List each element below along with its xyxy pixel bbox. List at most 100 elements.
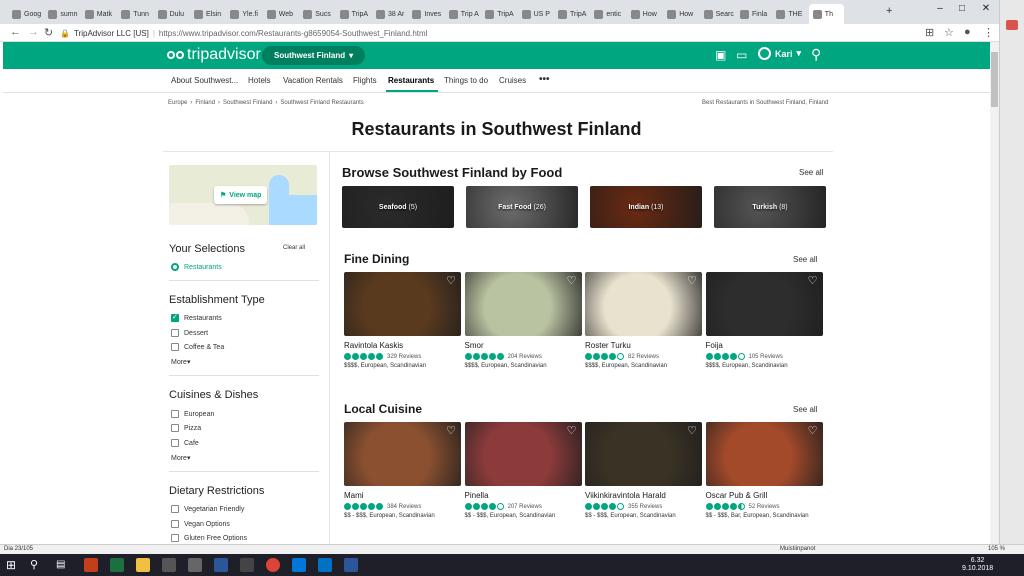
cuisines-more-link[interactable]: More▾ <box>171 454 190 462</box>
subnav-hotels[interactable]: Hotels <box>248 76 271 85</box>
new-tab-button[interactable]: + <box>886 5 892 17</box>
system-clock[interactable]: 6.32 9.10.2018 <box>962 557 993 573</box>
browser-tab[interactable]: How <box>663 4 698 24</box>
restaurant-card[interactable]: ♡ Smor 204 Reviews $$$$, European, Scandina… <box>464 272 583 369</box>
review-count[interactable]: 82 Reviews <box>628 354 659 360</box>
subnav-flights[interactable]: Flights <box>353 76 377 85</box>
checkbox-checked[interactable] <box>171 313 179 322</box>
breadcrumb-finland[interactable]: Finland <box>195 100 215 106</box>
browser-tab[interactable]: Sucs <box>299 4 334 24</box>
close-window-button[interactable]: ✕ <box>976 3 996 14</box>
restaurant-card[interactable]: ♡ Roster Turku 82 Reviews $$$$, European, S… <box>585 272 703 369</box>
restaurant-name[interactable]: Roster Turku <box>585 341 703 350</box>
restaurant-photo[interactable]: ♡ <box>344 422 461 486</box>
review-count[interactable]: 329 Reviews <box>387 354 421 360</box>
subnav-about[interactable]: About Southwest... <box>171 76 238 85</box>
menu-dots-icon[interactable]: ⋮ <box>983 26 994 39</box>
browser-tab[interactable]: 38 Ar <box>372 4 407 24</box>
restaurant-name[interactable]: Oscar Pub & Grill <box>706 491 824 500</box>
browser-tab[interactable]: US P <box>518 4 553 24</box>
word-icon[interactable] <box>214 558 228 572</box>
store-icon[interactable] <box>162 558 176 572</box>
browser-tab[interactable]: Goog <box>8 4 43 24</box>
restaurant-photo[interactable]: ♡ <box>585 422 702 486</box>
trips-icon[interactable]: ▣ <box>715 48 726 62</box>
selection-restaurants[interactable]: Restaurants <box>171 263 222 271</box>
food-tile-turkish[interactable]: Turkish (8) <box>714 186 826 228</box>
restaurant-name[interactable]: Foija <box>706 341 824 350</box>
review-count[interactable]: 207 Reviews <box>508 504 542 510</box>
browser-tab[interactable]: Yle.fi <box>226 4 261 24</box>
food-tile-indian[interactable]: Indian (13) <box>590 186 702 228</box>
filter-dessert[interactable]: Dessert <box>171 329 208 337</box>
excel-icon[interactable] <box>110 558 124 572</box>
filter-vegetarian[interactable]: Vegetarian Friendly <box>171 505 244 513</box>
map-thumbnail[interactable]: ⚑ View map <box>169 165 317 225</box>
view-map-button[interactable]: ⚑ View map <box>214 186 268 204</box>
restaurant-photo[interactable]: ♡ <box>344 272 461 336</box>
bookmark-star-icon[interactable]: ☆ <box>944 26 954 39</box>
word-icon[interactable] <box>344 558 358 572</box>
review-count[interactable]: 105 Reviews <box>749 354 783 360</box>
checkbox[interactable] <box>171 410 179 418</box>
restaurant-card[interactable]: ♡ Oscar Pub & Grill 52 Reviews $$ - $$$, Ba… <box>705 422 824 519</box>
minimize-button[interactable]: – <box>930 3 950 14</box>
browser-tab[interactable]: TripA <box>481 4 516 24</box>
search-icon[interactable]: ⚲ <box>811 46 821 63</box>
restaurant-photo[interactable]: ♡ <box>464 272 582 336</box>
food-tile-fast-food[interactable]: Fast Food (26) <box>466 186 578 228</box>
restaurant-card[interactable]: ♡ Viikinkiravintola Harald 355 Reviews $$ -… <box>585 422 703 519</box>
restaurant-name[interactable]: Pinella <box>465 491 583 500</box>
omnibox[interactable]: 🔒 TripAdvisor LLC [US] | https://www.tri… <box>60 26 920 40</box>
filter-vegan[interactable]: Vegan Options <box>171 520 230 528</box>
restaurant-name[interactable]: Mami <box>344 491 462 500</box>
browser-tab[interactable]: Matk <box>81 4 116 24</box>
subnav-cruises[interactable]: Cruises <box>499 76 526 85</box>
reload-icon[interactable]: ↻ <box>44 26 53 39</box>
restaurant-name[interactable]: Viikinkiravintola Harald <box>585 491 703 500</box>
restaurant-card[interactable]: ♡ Foija 105 Reviews $$$$, European, Scandin… <box>705 272 824 369</box>
review-count[interactable]: 355 Reviews <box>628 504 662 510</box>
checkbox[interactable] <box>171 520 179 528</box>
restaurant-photo[interactable]: ♡ <box>705 422 823 486</box>
browser-tab[interactable]: Th <box>808 4 845 24</box>
forward-icon[interactable]: → <box>28 26 39 38</box>
restaurant-photo[interactable]: ♡ <box>585 272 702 336</box>
scrollbar-thumb[interactable] <box>991 52 998 107</box>
back-icon[interactable]: ← <box>10 26 21 38</box>
geo-selector-button[interactable]: Southwest Finland ▾ <box>262 46 366 65</box>
browser-tab[interactable]: sumn <box>44 4 79 24</box>
filter-european[interactable]: European <box>171 410 214 418</box>
mail-icon[interactable] <box>188 558 202 572</box>
browser-tab[interactable]: Dulu <box>154 4 189 24</box>
restaurant-photo[interactable]: ♡ <box>464 422 582 486</box>
heart-icon[interactable]: ♡ <box>566 275 578 287</box>
browser-tab[interactable]: Finla <box>736 4 771 24</box>
checkbox[interactable] <box>171 439 179 447</box>
fine-dining-see-all-link[interactable]: See all <box>793 255 817 264</box>
filter-gluten-free[interactable]: Gluten Free Options <box>171 534 247 542</box>
task-view-icon[interactable]: ▤ <box>56 558 70 572</box>
restaurant-card[interactable]: ♡ Pinella 207 Reviews $$ - $$$, European, S… <box>464 422 583 519</box>
heart-icon[interactable]: ♡ <box>445 275 457 287</box>
review-count[interactable]: 204 Reviews <box>508 354 542 360</box>
heart-icon[interactable]: ♡ <box>566 425 578 437</box>
browser-tab[interactable]: Tunn <box>117 4 152 24</box>
app-icon[interactable] <box>240 558 254 572</box>
clear-all-link[interactable]: Clear all <box>283 245 305 251</box>
filter-pizza[interactable]: Pizza <box>171 424 201 432</box>
heart-icon[interactable]: ♡ <box>686 425 698 437</box>
review-count[interactable]: 384 Reviews <box>387 504 421 510</box>
browser-tab[interactable]: TripA <box>336 4 371 24</box>
filter-restaurants[interactable]: Restaurants <box>171 313 222 322</box>
restaurant-card[interactable]: ♡ Mami 384 Reviews $$ - $$$, European, Scan… <box>344 422 462 519</box>
restaurant-name[interactable]: Ravintola Kaskis <box>344 341 462 350</box>
outlook-icon[interactable] <box>318 558 332 572</box>
chat-icon[interactable] <box>1006 20 1018 30</box>
filter-cafe[interactable]: Cafe <box>171 439 199 447</box>
browser-tab[interactable]: THE <box>772 4 807 24</box>
browse-see-all-link[interactable]: See all <box>799 168 823 177</box>
food-tile-seafood[interactable]: Seafood (5) <box>342 186 454 228</box>
browser-tab[interactable]: Web <box>263 4 298 24</box>
browser-tab[interactable]: Searc <box>700 4 735 24</box>
